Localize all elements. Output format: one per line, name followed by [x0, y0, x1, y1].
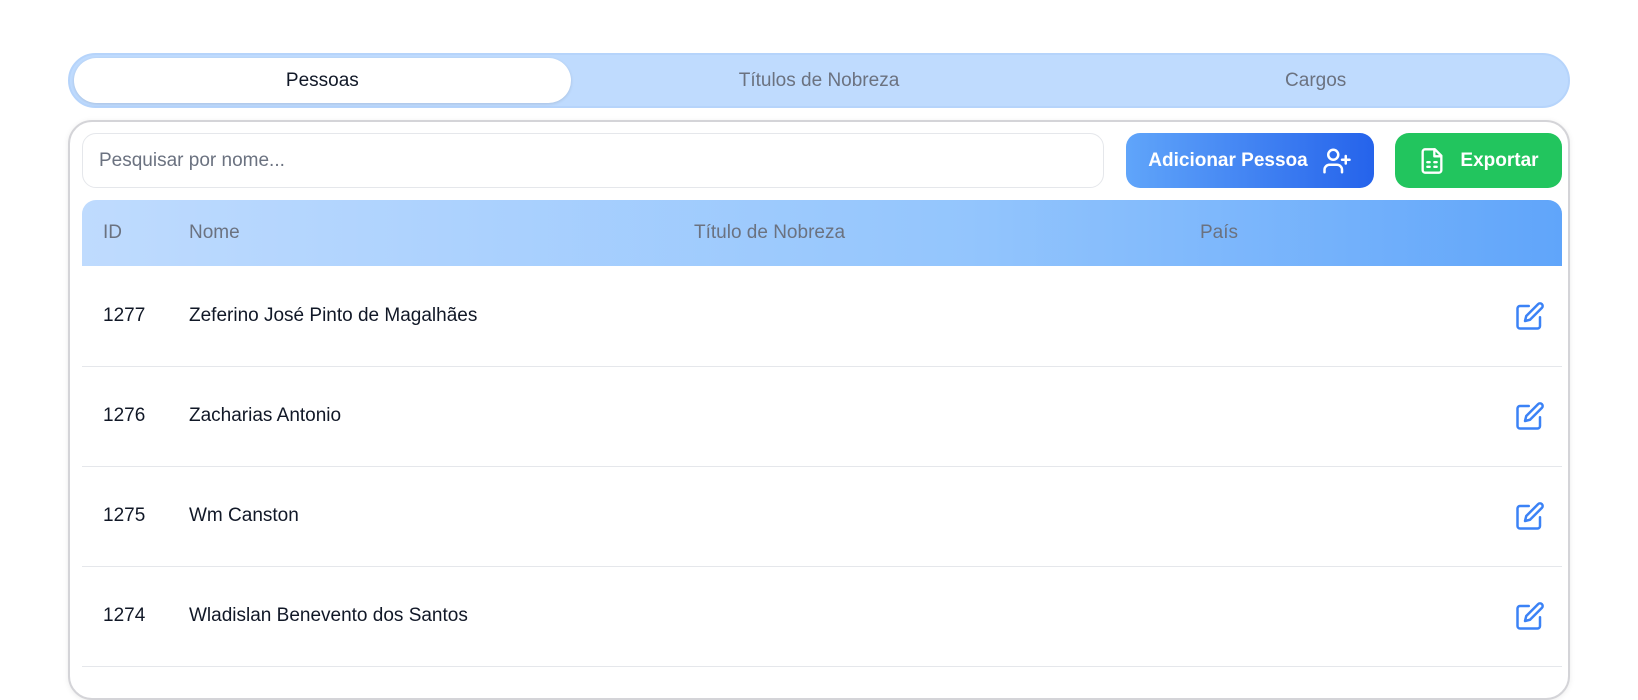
table-row: 1274 Wladislan Benevento dos Santos [82, 566, 1562, 667]
edit-icon[interactable] [1515, 401, 1545, 431]
table-row: 1275 Wm Canston [82, 466, 1562, 567]
table-header: ID Nome Título de Nobreza País [82, 200, 1562, 266]
add-person-button[interactable]: Adicionar Pessoa [1126, 133, 1374, 188]
row-id: 1277 [103, 305, 146, 326]
row-name: Zacharias Antonio [189, 405, 342, 426]
add-person-label: Adicionar Pessoa [1148, 149, 1308, 171]
edit-icon[interactable] [1515, 301, 1545, 331]
spreadsheet-file-icon [1418, 146, 1446, 176]
row-name: Wladislan Benevento dos Santos [189, 605, 468, 626]
tab-titulos-de-nobreza[interactable]: Títulos de Nobreza [571, 58, 1068, 103]
column-header-pais: País [1200, 222, 1239, 243]
row-id: 1274 [103, 605, 146, 626]
edit-icon[interactable] [1515, 501, 1545, 531]
column-header-id: ID [103, 222, 122, 243]
tab-pessoas[interactable]: Pessoas [74, 58, 571, 103]
tab-cargos[interactable]: Cargos [1067, 58, 1564, 103]
tab-bar: Pessoas Títulos de Nobreza Cargos [68, 53, 1570, 108]
user-plus-icon [1322, 146, 1352, 176]
row-name: Wm Canston [189, 505, 299, 526]
row-id: 1275 [103, 505, 146, 526]
export-button[interactable]: Exportar [1395, 133, 1562, 188]
row-id: 1276 [103, 405, 146, 426]
edit-icon[interactable] [1515, 601, 1545, 631]
export-label: Exportar [1460, 149, 1539, 171]
people-panel: Adicionar Pessoa Exportar ID Nome [68, 120, 1570, 700]
search-input[interactable] [82, 133, 1104, 188]
table-row: 1276 Zacharias Antonio [82, 366, 1562, 467]
table-row: 1277 Zeferino José Pinto de Magalhães [82, 266, 1562, 367]
column-header-titulo-de-nobreza: Título de Nobreza [694, 222, 846, 243]
column-header-nome: Nome [189, 222, 240, 243]
row-name: Zeferino José Pinto de Magalhães [189, 305, 478, 326]
